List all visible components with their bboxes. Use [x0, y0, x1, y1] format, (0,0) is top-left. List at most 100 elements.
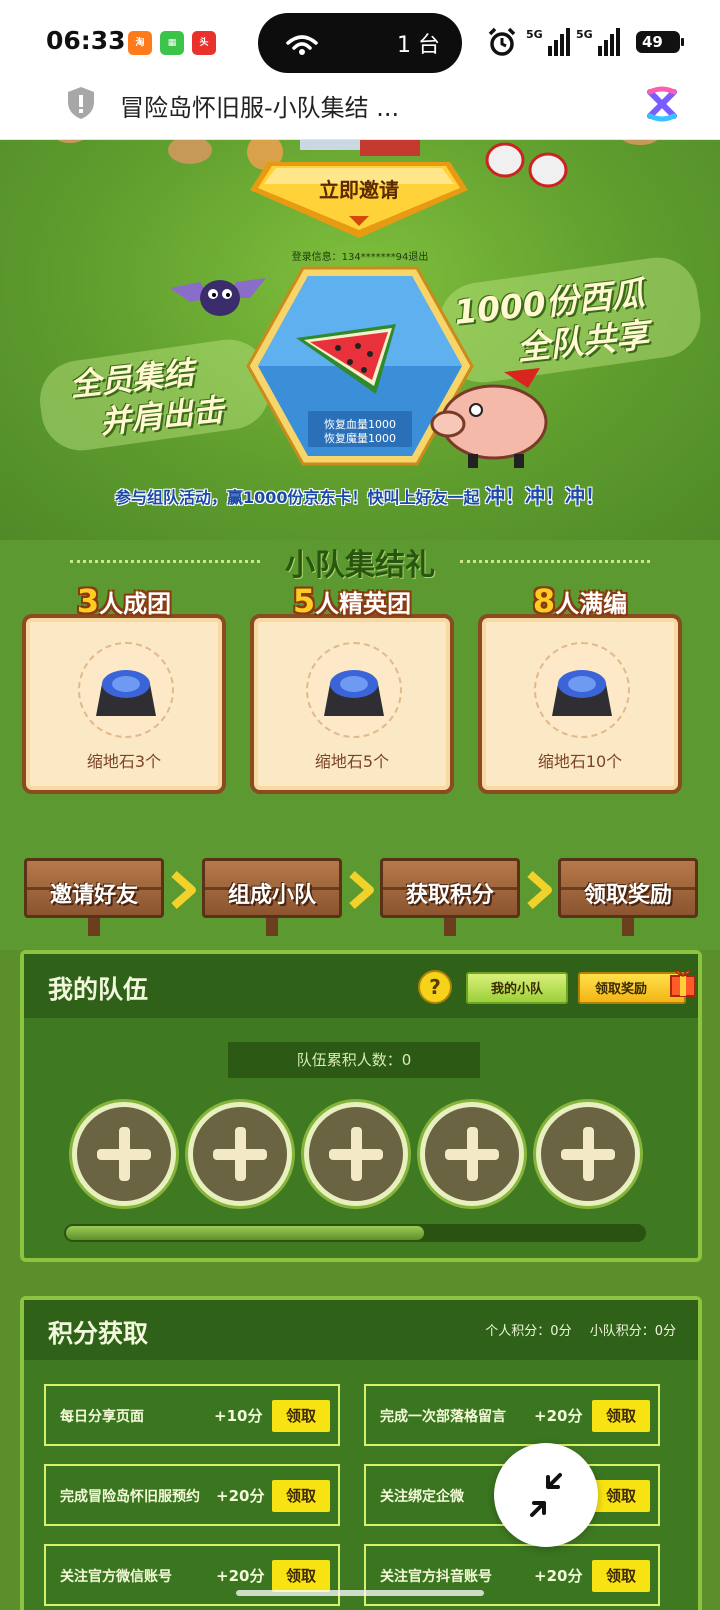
gift-card-5: 缩地石5个: [250, 614, 454, 794]
task-points: +10分: [214, 1407, 263, 1425]
chevron-right-icon: [527, 871, 552, 909]
task-name: 关注官方抖音账号: [380, 1569, 492, 1585]
my-team-button[interactable]: 我的小队: [466, 972, 568, 1004]
sign-post: [622, 918, 634, 936]
task-name: 关注官方微信账号: [60, 1569, 172, 1585]
gift-card-8-head: 8人满编: [478, 582, 682, 620]
collapse-icon: [530, 1473, 562, 1517]
help-icon[interactable]: ?: [418, 970, 452, 1004]
hero-banner: 立即邀请 登录信息：134*******94退出 全员集结 并肩出击 1000份…: [0, 140, 720, 540]
points-header: 积分获取 个人积分：0分 小队积分：0分: [24, 1300, 698, 1360]
claim-button[interactable]: 领取: [272, 1480, 330, 1512]
browser-url-bar[interactable]: 冒险岛怀旧服-小队集结 ...: [0, 82, 720, 140]
page-title[interactable]: 冒险岛怀旧服-小队集结 ...: [120, 88, 399, 123]
signal-icon-2: 5G: [576, 28, 620, 56]
chevron-right-icon: [349, 871, 374, 909]
task-points: +20分: [534, 1407, 583, 1425]
svg-text:5G: 5G: [576, 28, 593, 41]
gift-icon[interactable]: [668, 964, 698, 998]
claim-button[interactable]: 领取: [272, 1560, 330, 1592]
browser-logo-icon[interactable]: [642, 84, 682, 124]
add-member-slot-5[interactable]: [536, 1102, 640, 1206]
task-name: 关注绑定企微: [380, 1489, 464, 1505]
gift-num: 3: [76, 582, 100, 620]
task-name: 完成一次部落格留言: [380, 1409, 506, 1425]
chevron-right-icon: [171, 871, 196, 909]
task-points: +20分: [216, 1567, 265, 1585]
tagline-emphasis: 冲！冲！冲！: [485, 484, 606, 508]
alarm-icon: [488, 27, 516, 56]
add-member-slot-3[interactable]: [304, 1102, 408, 1206]
battery-icon: 49: [636, 31, 684, 53]
sign-post: [88, 918, 100, 936]
invite-button[interactable]: 立即邀请: [248, 160, 470, 240]
svg-text:5G: 5G: [526, 28, 543, 41]
status-bar: 06:33 淘 ▦ 头 1 台 5G 5G 49: [0, 0, 720, 82]
personal-points: 个人积分：0分: [485, 1324, 572, 1339]
task-blog-comment: 完成一次部落格留言 +20分 领取: [364, 1384, 660, 1446]
step-get-points: 获取积分: [380, 854, 520, 936]
sign-board: 邀请好友: [24, 858, 164, 918]
gift-card-5-head: 5人精英团: [250, 582, 454, 620]
home-indicator[interactable]: [236, 1590, 484, 1596]
step-claim-reward: 领取奖励: [558, 854, 698, 936]
teleport-stone-icon: [552, 670, 612, 716]
gift-title: 小队集结礼: [285, 548, 435, 583]
pig-monster-art: [430, 368, 548, 468]
task-points: +20分: [534, 1567, 583, 1585]
taobao-app-icon: 淘: [128, 31, 152, 55]
claim-reward-label: 领取奖励: [594, 982, 647, 997]
dynamic-island[interactable]: 1 台: [258, 13, 462, 73]
task-wechat-follow: 关注官方微信账号 +20分 领取: [44, 1544, 340, 1606]
gift-num: 5: [292, 582, 316, 620]
claim-button[interactable]: 领取: [592, 1560, 650, 1592]
claim-button[interactable]: 领取: [592, 1400, 650, 1432]
task-daily-share: 每日分享页面 +10分 领取: [44, 1384, 340, 1446]
steps-row: 邀请好友 组成小队 获取积分 领取奖励: [0, 840, 720, 950]
add-member-slot-2[interactable]: [188, 1102, 292, 1206]
task-preregister: 完成冒险岛怀旧服预约 +20分 领取: [44, 1464, 340, 1526]
team-progress-fill: [66, 1226, 424, 1240]
task-name: 每日分享页面: [60, 1409, 144, 1425]
login-info[interactable]: 登录信息：134*******94退出: [0, 248, 720, 263]
task-points: +20分: [216, 1487, 265, 1505]
team-progress-bar: [64, 1224, 646, 1242]
my-team-panel: 我的队伍 ? 我的小队 领取奖励 队伍累积人数：0: [20, 950, 702, 1262]
gift-label: 人精英团: [315, 590, 412, 618]
grid-app-icon: ▦: [160, 31, 184, 55]
tagline: 参与组队活动，赢1000份京东卡！快叫上好友一起 冲！冲！冲！: [0, 480, 720, 509]
sign-board: 组成小队: [202, 858, 342, 918]
tagline-main: 参与组队活动，赢1000份京东卡！快叫上好友一起: [114, 488, 480, 507]
reward-icon-ring: [306, 642, 402, 738]
step-label: 组成小队: [227, 883, 316, 908]
points-title: 积分获取: [48, 1319, 149, 1348]
reward-icon-ring: [78, 642, 174, 738]
step-label: 领取奖励: [583, 883, 672, 908]
step-label: 获取积分: [405, 883, 494, 908]
shield-icon[interactable]: [66, 86, 96, 120]
reward-icon-ring: [534, 642, 630, 738]
claim-button[interactable]: 领取: [272, 1400, 330, 1432]
gift-card-3-head: 3人成团: [22, 582, 226, 620]
task-douyin-follow: 关注官方抖音账号 +20分 领取: [364, 1544, 660, 1606]
collapse-float-button[interactable]: [494, 1443, 598, 1547]
toutiao-app-icon: 头: [192, 31, 216, 55]
claim-button[interactable]: 领取: [592, 1480, 650, 1512]
gift-label: 人成团: [99, 590, 172, 618]
step-form-team: 组成小队: [202, 854, 342, 936]
team-count: 队伍累积人数：0: [228, 1042, 480, 1078]
sign-post: [266, 918, 278, 936]
slogan-left: 全员集结 并肩出击: [68, 350, 226, 445]
cast-icon: [286, 35, 318, 55]
add-member-slot-1[interactable]: [72, 1102, 176, 1206]
island-text: 1 台: [397, 33, 440, 58]
gift-reward: 缩地石3个: [86, 752, 162, 771]
step-label: 邀请好友: [49, 883, 138, 908]
points-panel: 积分获取 个人积分：0分 小队积分：0分 每日分享页面 +10分 领取 完成一次…: [20, 1296, 702, 1610]
add-member-slot-4[interactable]: [420, 1102, 524, 1206]
signal-icon: 5G: [526, 28, 570, 56]
status-time: 06:33: [46, 26, 126, 55]
team-header: 我的队伍 ? 我的小队 领取奖励: [24, 954, 698, 1018]
gift-card-3: 缩地石3个: [22, 614, 226, 794]
gift-reward: 缩地石5个: [314, 752, 390, 771]
